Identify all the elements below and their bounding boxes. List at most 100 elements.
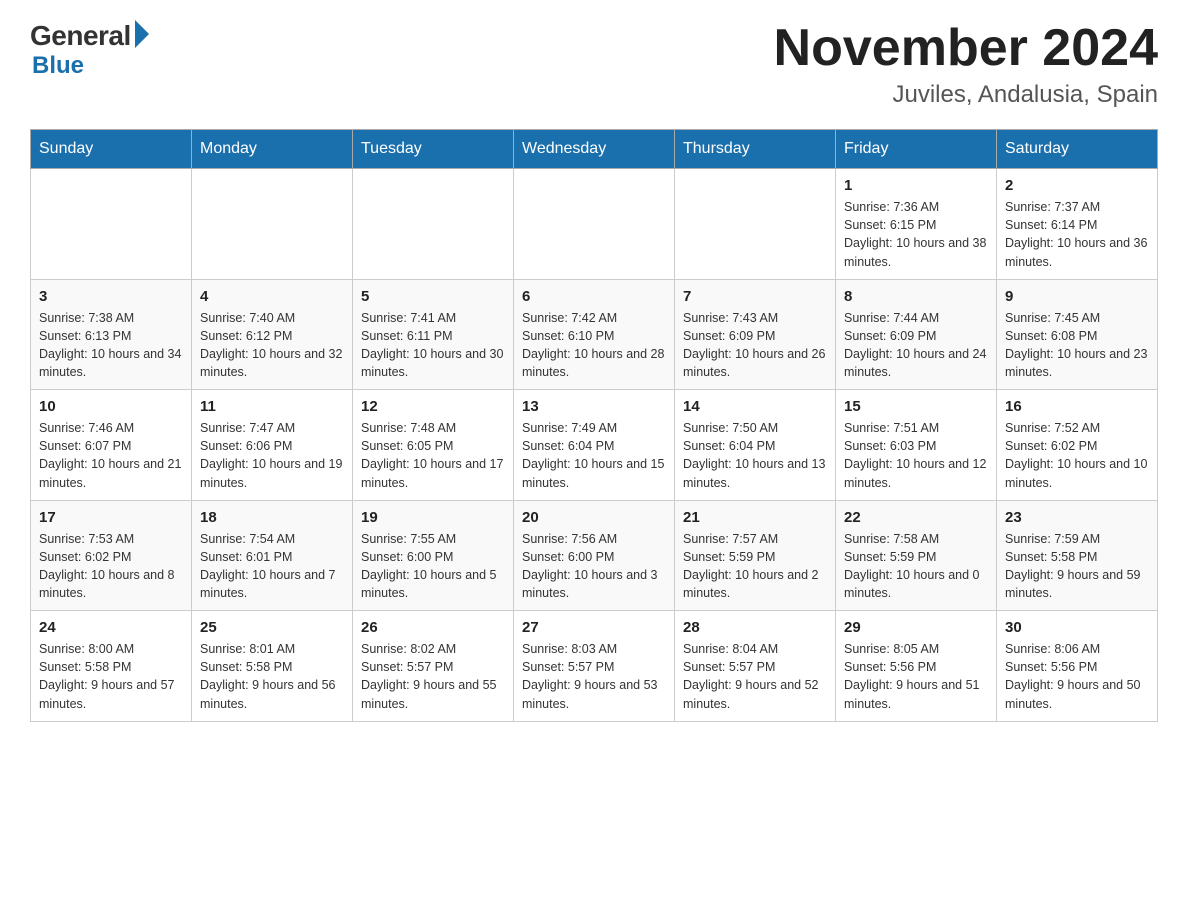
weekday-header-wednesday: Wednesday <box>514 130 675 169</box>
calendar-table: SundayMondayTuesdayWednesdayThursdayFrid… <box>30 129 1158 722</box>
day-info: Sunrise: 7:41 AMSunset: 6:11 PMDaylight:… <box>361 309 505 382</box>
day-number: 26 <box>361 619 505 636</box>
day-info: Sunrise: 7:55 AMSunset: 6:00 PMDaylight:… <box>361 530 505 603</box>
day-info: Sunrise: 7:57 AMSunset: 5:59 PMDaylight:… <box>683 530 827 603</box>
day-number: 3 <box>39 288 183 305</box>
day-info: Sunrise: 7:43 AMSunset: 6:09 PMDaylight:… <box>683 309 827 382</box>
calendar-cell: 28Sunrise: 8:04 AMSunset: 5:57 PMDayligh… <box>675 611 836 722</box>
day-info: Sunrise: 7:58 AMSunset: 5:59 PMDaylight:… <box>844 530 988 603</box>
calendar-cell: 12Sunrise: 7:48 AMSunset: 6:05 PMDayligh… <box>353 390 514 501</box>
day-info: Sunrise: 7:56 AMSunset: 6:00 PMDaylight:… <box>522 530 666 603</box>
day-info: Sunrise: 7:37 AMSunset: 6:14 PMDaylight:… <box>1005 198 1149 271</box>
weekday-header-tuesday: Tuesday <box>353 130 514 169</box>
day-info: Sunrise: 7:42 AMSunset: 6:10 PMDaylight:… <box>522 309 666 382</box>
calendar-cell: 21 Sunrise: 7:57 AMSunset: 5:59 PMDayligh… <box>675 500 836 611</box>
day-info: Sunrise: 7:36 AMSunset: 6:15 PMDaylight:… <box>844 198 988 271</box>
day-number: 12 <box>361 398 505 415</box>
calendar-cell: 3 Sunrise: 7:38 AMSunset: 6:13 PMDaylight… <box>31 279 192 390</box>
day-number: 22 <box>844 509 988 526</box>
day-number: 24 <box>39 619 183 636</box>
day-number: 4 <box>200 288 344 305</box>
weekday-header-monday: Monday <box>192 130 353 169</box>
day-number: 29 <box>844 619 988 636</box>
calendar-cell <box>675 169 836 280</box>
day-info: Sunrise: 8:03 AMSunset: 5:57 PMDaylight:… <box>522 640 666 713</box>
calendar-cell: 14 Sunrise: 7:50 AMSunset: 6:04 PMDayligh… <box>675 390 836 501</box>
weekday-header-sunday: Sunday <box>31 130 192 169</box>
day-number: 14 <box>683 398 827 415</box>
day-number: 27 <box>522 619 666 636</box>
day-number: 7 <box>683 288 827 305</box>
day-number: 11 <box>200 398 344 415</box>
calendar-cell <box>514 169 675 280</box>
calendar-week-2: 3 Sunrise: 7:38 AMSunset: 6:13 PMDaylight… <box>31 279 1158 390</box>
day-info: Sunrise: 7:45 AMSunset: 6:08 PMDaylight:… <box>1005 309 1149 382</box>
calendar-cell: 10 Sunrise: 7:46 AMSunset: 6:07 PMDayligh… <box>31 390 192 501</box>
calendar-cell: 30 Sunrise: 8:06 AMSunset: 5:56 PMDayligh… <box>997 611 1158 722</box>
calendar-cell: 15 Sunrise: 7:51 AMSunset: 6:03 PMDayligh… <box>836 390 997 501</box>
calendar-week-1: 1 Sunrise: 7:36 AMSunset: 6:15 PMDaylight… <box>31 169 1158 280</box>
day-number: 18 <box>200 509 344 526</box>
day-info: Sunrise: 7:46 AMSunset: 6:07 PMDaylight:… <box>39 419 183 492</box>
calendar-cell: 5 Sunrise: 7:41 AMSunset: 6:11 PMDaylight… <box>353 279 514 390</box>
day-info: Sunrise: 7:49 AMSunset: 6:04 PMDaylight:… <box>522 419 666 492</box>
calendar-cell: 9 Sunrise: 7:45 AMSunset: 6:08 PMDaylight… <box>997 279 1158 390</box>
day-number: 1 <box>844 177 988 194</box>
location-title: Juviles, Andalusia, Spain <box>774 81 1158 109</box>
day-number: 19 <box>361 509 505 526</box>
calendar-cell: 18 Sunrise: 7:54 AMSunset: 6:01 PMDayligh… <box>192 500 353 611</box>
calendar-cell: 7 Sunrise: 7:43 AMSunset: 6:09 PMDaylight… <box>675 279 836 390</box>
day-info: Sunrise: 8:00 AMSunset: 5:58 PMDaylight:… <box>39 640 183 713</box>
day-info: Sunrise: 7:51 AMSunset: 6:03 PMDaylight:… <box>844 419 988 492</box>
day-info: Sunrise: 8:05 AMSunset: 5:56 PMDaylight:… <box>844 640 988 713</box>
day-number: 10 <box>39 398 183 415</box>
calendar-cell: 2 Sunrise: 7:37 AMSunset: 6:14 PMDaylight… <box>997 169 1158 280</box>
day-number: 9 <box>1005 288 1149 305</box>
calendar-cell <box>353 169 514 280</box>
calendar-cell: 29 Sunrise: 8:05 AMSunset: 5:56 PMDayligh… <box>836 611 997 722</box>
day-info: Sunrise: 7:54 AMSunset: 6:01 PMDaylight:… <box>200 530 344 603</box>
day-number: 15 <box>844 398 988 415</box>
day-info: Sunrise: 7:59 AMSunset: 5:58 PMDaylight:… <box>1005 530 1149 603</box>
calendar-cell <box>31 169 192 280</box>
calendar-cell: 27 Sunrise: 8:03 AMSunset: 5:57 PMDayligh… <box>514 611 675 722</box>
weekday-header-thursday: Thursday <box>675 130 836 169</box>
title-section: November 2024 Juviles, Andalusia, Spain <box>774 20 1158 109</box>
day-number: 17 <box>39 509 183 526</box>
logo-general-text: General <box>30 20 131 52</box>
day-info: Sunrise: 7:52 AMSunset: 6:02 PMDaylight:… <box>1005 419 1149 492</box>
day-number: 2 <box>1005 177 1149 194</box>
day-number: 28 <box>683 619 827 636</box>
calendar-cell: 22 Sunrise: 7:58 AMSunset: 5:59 PMDayligh… <box>836 500 997 611</box>
day-info: Sunrise: 8:01 AMSunset: 5:58 PMDaylight:… <box>200 640 344 713</box>
day-info: Sunrise: 7:53 AMSunset: 6:02 PMDaylight:… <box>39 530 183 603</box>
day-number: 13 <box>522 398 666 415</box>
day-info: Sunrise: 7:44 AMSunset: 6:09 PMDaylight:… <box>844 309 988 382</box>
calendar-header-row: SundayMondayTuesdayWednesdayThursdayFrid… <box>31 130 1158 169</box>
day-number: 21 <box>683 509 827 526</box>
calendar-cell: 8 Sunrise: 7:44 AMSunset: 6:09 PMDaylight… <box>836 279 997 390</box>
calendar-cell: 16Sunrise: 7:52 AMSunset: 6:02 PMDayligh… <box>997 390 1158 501</box>
calendar-week-4: 17 Sunrise: 7:53 AMSunset: 6:02 PMDayligh… <box>31 500 1158 611</box>
day-info: Sunrise: 8:06 AMSunset: 5:56 PMDaylight:… <box>1005 640 1149 713</box>
calendar-cell: 6Sunrise: 7:42 AMSunset: 6:10 PMDaylight… <box>514 279 675 390</box>
calendar-cell: 19 Sunrise: 7:55 AMSunset: 6:00 PMDayligh… <box>353 500 514 611</box>
day-number: 5 <box>361 288 505 305</box>
calendar-cell: 17 Sunrise: 7:53 AMSunset: 6:02 PMDayligh… <box>31 500 192 611</box>
day-info: Sunrise: 7:38 AMSunset: 6:13 PMDaylight:… <box>39 309 183 382</box>
calendar-cell: 1 Sunrise: 7:36 AMSunset: 6:15 PMDaylight… <box>836 169 997 280</box>
calendar-cell: 4 Sunrise: 7:40 AMSunset: 6:12 PMDaylight… <box>192 279 353 390</box>
month-title: November 2024 <box>774 20 1158 77</box>
calendar-cell: 25 Sunrise: 8:01 AMSunset: 5:58 PMDayligh… <box>192 611 353 722</box>
day-info: Sunrise: 7:47 AMSunset: 6:06 PMDaylight:… <box>200 419 344 492</box>
day-number: 23 <box>1005 509 1149 526</box>
day-number: 25 <box>200 619 344 636</box>
day-number: 30 <box>1005 619 1149 636</box>
day-number: 8 <box>844 288 988 305</box>
calendar-cell: 20Sunrise: 7:56 AMSunset: 6:00 PMDayligh… <box>514 500 675 611</box>
day-info: Sunrise: 7:50 AMSunset: 6:04 PMDaylight:… <box>683 419 827 492</box>
day-info: Sunrise: 7:40 AMSunset: 6:12 PMDaylight:… <box>200 309 344 382</box>
calendar-cell: 23 Sunrise: 7:59 AMSunset: 5:58 PMDayligh… <box>997 500 1158 611</box>
page-header: General Blue November 2024 Juviles, Anda… <box>30 20 1158 109</box>
calendar-cell: 13 Sunrise: 7:49 AMSunset: 6:04 PMDayligh… <box>514 390 675 501</box>
